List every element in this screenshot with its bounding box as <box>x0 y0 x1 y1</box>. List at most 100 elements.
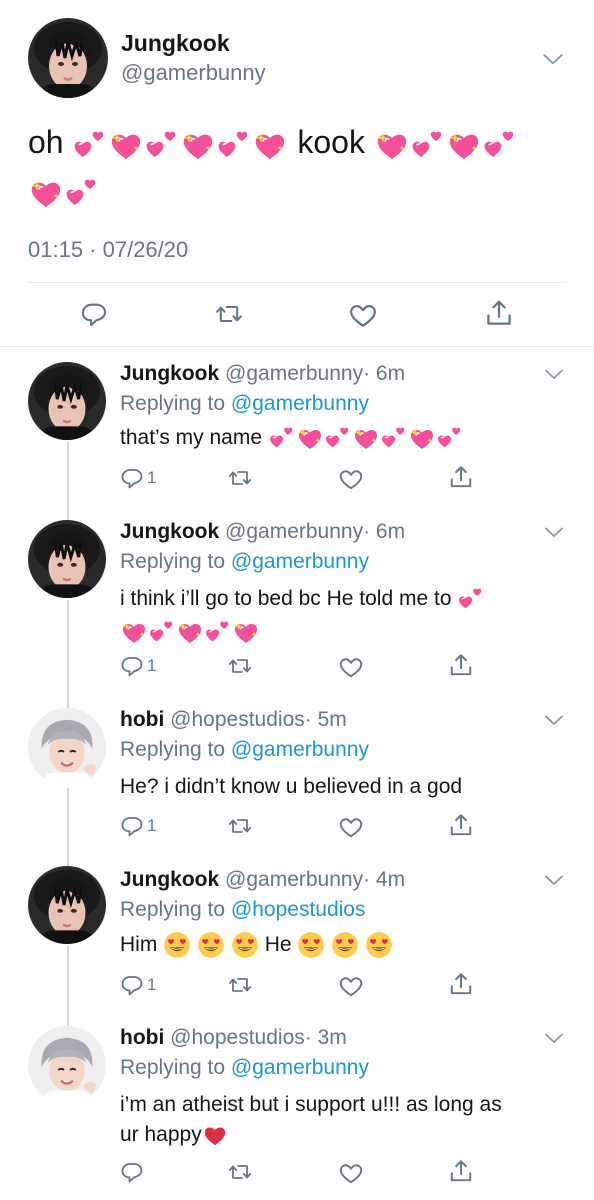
author-handle[interactable]: @gamerbunny <box>121 60 266 86</box>
chevron-down-icon[interactable] <box>542 362 566 386</box>
reply-text: Him He <box>120 930 560 960</box>
reply-time[interactable]: · 4m <box>363 868 405 891</box>
reply-text: i’m an atheist but i support u!!! as lon… <box>120 1090 560 1150</box>
reply-count: 1 <box>147 975 157 994</box>
retweet-button[interactable] <box>227 973 253 997</box>
retweet-button[interactable] <box>227 814 253 838</box>
retweet-button[interactable] <box>227 654 253 678</box>
sparkling-heart-icon <box>28 175 64 211</box>
share-button[interactable] <box>448 1158 474 1184</box>
replying-to: Replying to @gamerbunny <box>120 1056 369 1080</box>
sparkling-heart-icon <box>180 127 216 163</box>
share-button[interactable] <box>484 298 514 328</box>
reply-tweet[interactable]: Jungkook @gamerbunny· 4m Replying to @ho… <box>0 852 594 1012</box>
reply-text: i think i’ll go to bed bc He told me to <box>120 582 550 648</box>
divider <box>28 282 566 283</box>
like-button[interactable] <box>338 1160 364 1186</box>
red-heart-icon <box>202 1122 228 1148</box>
chevron-down-icon[interactable] <box>542 1026 566 1050</box>
author-name[interactable]: hobi <box>120 708 164 731</box>
revolving-hearts-icon <box>268 424 296 452</box>
sparkling-heart-icon <box>252 127 288 163</box>
share-icon <box>448 1158 474 1184</box>
author-handle[interactable]: @gamerbunny <box>225 520 363 543</box>
reply-time[interactable]: · 6m <box>363 362 405 385</box>
reply-count: 1 <box>147 468 157 487</box>
replying-mention[interactable]: @gamerbunny <box>231 1056 369 1079</box>
avatar[interactable] <box>28 1026 106 1104</box>
author-name[interactable]: Jungkook <box>120 868 219 891</box>
replying-to: Replying to @gamerbunny <box>120 392 369 416</box>
like-button[interactable] <box>338 973 364 999</box>
avatar[interactable] <box>28 362 106 440</box>
author-name[interactable]: Jungkook <box>120 520 219 543</box>
reply-text-him: Him <box>120 933 158 956</box>
chevron-down-icon[interactable] <box>542 708 566 732</box>
avatar[interactable] <box>28 866 106 944</box>
chevron-down-icon[interactable] <box>542 520 566 544</box>
like-button[interactable] <box>338 654 364 680</box>
reply-text-content: that’s my name <box>120 426 263 449</box>
reply-button[interactable] <box>80 300 108 328</box>
reply-icon <box>120 1160 144 1184</box>
reply-tweet[interactable]: hobi @hopestudios· 5m Replying to @gamer… <box>0 694 594 852</box>
reply-time[interactable]: · 5m <box>305 708 347 731</box>
revolving-hearts-icon <box>64 175 100 211</box>
sparkling-heart-icon <box>232 618 260 646</box>
share-icon <box>448 971 474 997</box>
replying-prefix: Replying to <box>120 1056 226 1079</box>
reply-header: Jungkook @gamerbunny· 4m <box>120 868 405 892</box>
sparkling-heart-icon <box>176 618 204 646</box>
retweet-button[interactable] <box>227 466 253 490</box>
reply-button[interactable]: 1 <box>120 654 156 678</box>
retweet-button[interactable] <box>214 300 244 328</box>
author-handle[interactable]: @gamerbunny <box>225 362 363 385</box>
chevron-down-icon[interactable] <box>540 46 566 72</box>
replying-mention[interactable]: @hopestudios <box>231 898 366 921</box>
reply-button[interactable]: 1 <box>120 973 156 997</box>
retweet-button[interactable] <box>227 1160 253 1184</box>
like-button[interactable] <box>348 300 378 330</box>
reply-tweet[interactable]: hobi @hopestudios· 3m Replying to @gamer… <box>0 1012 594 1200</box>
revolving-hearts-icon <box>380 424 408 452</box>
reply-button[interactable] <box>120 1160 147 1184</box>
heart-eyes-icon <box>163 931 191 959</box>
main-tweet[interactable]: Jungkook @gamerbunny oh kook 01:15 · 07/… <box>0 0 594 347</box>
reply-time[interactable]: · 3m <box>305 1026 347 1049</box>
share-button[interactable] <box>448 464 474 490</box>
reply-time[interactable]: · 6m <box>363 520 405 543</box>
share-button[interactable] <box>448 652 474 678</box>
replying-prefix: Replying to <box>120 550 226 573</box>
replying-mention[interactable]: @gamerbunny <box>231 550 369 573</box>
author-handle[interactable]: @hopestudios <box>170 708 305 731</box>
tweet-timestamp[interactable]: 01:15 · 07/26/20 <box>28 237 188 263</box>
share-button[interactable] <box>448 971 474 997</box>
like-button[interactable] <box>338 466 364 492</box>
author-name[interactable]: Jungkook <box>121 30 230 57</box>
avatar[interactable] <box>28 708 106 786</box>
chevron-down-icon[interactable] <box>542 868 566 892</box>
reply-button[interactable]: 1 <box>120 466 156 490</box>
heart-eyes-icon <box>197 931 225 959</box>
heart-icon <box>348 300 378 330</box>
revolving-hearts-icon <box>482 127 518 163</box>
replying-mention[interactable]: @gamerbunny <box>231 738 369 761</box>
revolving-hearts-icon <box>204 618 232 646</box>
share-button[interactable] <box>448 812 474 838</box>
like-button[interactable] <box>338 814 364 840</box>
author-handle[interactable]: @gamerbunny <box>225 868 363 891</box>
reply-tweet[interactable]: Jungkook @gamerbunny· 6m Replying to @ga… <box>0 348 594 506</box>
revolving-hearts-icon <box>216 127 252 163</box>
author-handle[interactable]: @hopestudios <box>170 1026 305 1049</box>
avatar[interactable] <box>28 18 108 98</box>
retweet-icon <box>227 1160 253 1184</box>
avatar[interactable] <box>28 520 106 598</box>
reply-button[interactable]: 1 <box>120 814 156 838</box>
reply-tweet[interactable]: Jungkook @gamerbunny· 6m Replying to @ga… <box>0 506 594 694</box>
tweet-actions <box>0 298 594 330</box>
heart-icon <box>338 1160 364 1186</box>
revolving-hearts-icon <box>436 424 464 452</box>
replying-mention[interactable]: @gamerbunny <box>231 392 369 415</box>
author-name[interactable]: Jungkook <box>120 362 219 385</box>
author-name[interactable]: hobi <box>120 1026 164 1049</box>
